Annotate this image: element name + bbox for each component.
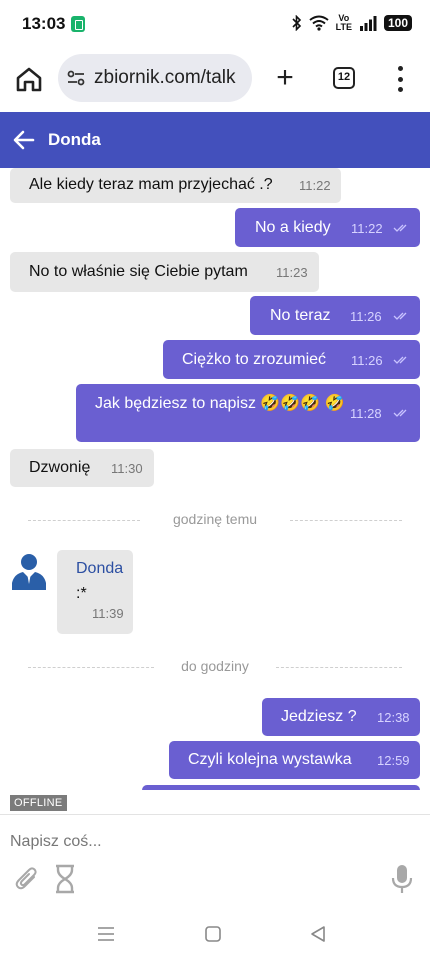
message-time: 11:28 <box>350 406 382 421</box>
date-separator: godzinę temu <box>28 511 402 531</box>
read-ticks-icon <box>393 356 407 364</box>
message-time: 11:26 <box>351 353 383 368</box>
system-nav-bar <box>0 910 430 960</box>
message-time: 11:30 <box>111 461 143 476</box>
message-outgoing: No teraz 11:26 <box>250 296 420 335</box>
volte-indicator: Vo LTE <box>335 13 352 32</box>
message-outgoing: Jedziesz ? 12:38 <box>262 698 420 736</box>
back-nav-icon[interactable] <box>308 924 328 944</box>
message-incoming: Dzwonię 11:30 <box>10 449 154 487</box>
read-ticks-icon <box>393 409 407 417</box>
site-settings-icon[interactable] <box>66 68 86 88</box>
chat-title: Donda <box>48 130 101 149</box>
url-text: zbiornik.com/talk <box>94 67 236 88</box>
message-time: 11:23 <box>276 265 308 280</box>
message-input[interactable] <box>10 831 410 853</box>
wifi-icon <box>309 15 329 31</box>
signal-icon <box>359 16 377 31</box>
message-time: 12:38 <box>377 710 410 725</box>
microphone-icon[interactable] <box>390 864 414 894</box>
browser-toolbar: zbiornik.com/talk + 12 <box>0 48 430 112</box>
message-outgoing: No a kiedy 11:22 <box>235 208 420 247</box>
message-text: Dzwonię <box>29 459 91 476</box>
plus-icon[interactable]: + <box>270 63 300 94</box>
back-arrow-icon[interactable] <box>12 128 36 152</box>
message-time: 11:26 <box>350 309 382 324</box>
message-time: 11:22 <box>351 221 383 236</box>
message-list[interactable]: Ale kiedy teraz mam przyjechać .? 11:22 … <box>0 168 430 790</box>
read-ticks-icon <box>393 312 407 320</box>
message-text: No to właśnie się Ciebie pytam <box>29 263 248 280</box>
message-text: Jak będziesz to napisz 🤣🤣🤣 🤣 <box>95 395 345 412</box>
message-incoming: Ale kiedy teraz mam przyjechać .? 11:22 <box>10 168 341 203</box>
message-time: 12:59 <box>377 753 410 768</box>
home-nav-icon[interactable] <box>203 924 223 944</box>
composer <box>0 814 430 910</box>
status-bar: 13:03 Vo LTE 100 <box>0 0 430 48</box>
message-text: No a kiedy <box>255 219 331 236</box>
avatar-icon[interactable] <box>9 550 49 590</box>
status-time: 13:03 <box>22 14 66 33</box>
message-time: 11:39 <box>92 606 124 621</box>
date-separator-label: do godziny <box>181 658 249 674</box>
address-bar[interactable]: zbiornik.com/talk <box>58 54 252 102</box>
message-text: Ciężko to zrozumieć <box>182 351 327 368</box>
message-outgoing-partial <box>142 785 420 790</box>
tabs-icon[interactable]: 12 <box>333 67 355 89</box>
message-text: Jedziesz ? <box>281 708 357 725</box>
sender-name[interactable]: Donda <box>76 560 123 578</box>
message-incoming: No to właśnie się Ciebie pytam 11:23 <box>10 252 319 292</box>
notification-app-icon <box>71 16 85 32</box>
message-text: :* <box>76 585 87 602</box>
date-separator: do godziny <box>28 658 402 678</box>
message-incoming-with-sender: Donda :* 11:39 <box>57 550 133 634</box>
paperclip-icon[interactable] <box>14 865 40 893</box>
chat-header: Donda <box>0 112 430 168</box>
recents-icon[interactable] <box>96 924 116 944</box>
bluetooth-icon <box>292 15 301 31</box>
message-time: 11:22 <box>299 178 331 193</box>
message-outgoing: Czyli kolejna wystawka 12:59 <box>169 741 420 779</box>
read-ticks-icon <box>393 224 407 232</box>
more-vert-icon[interactable] <box>390 66 410 92</box>
message-outgoing: Ciężko to zrozumieć 11:26 <box>163 340 420 379</box>
status-icons: Vo LTE 100 <box>292 14 412 32</box>
home-icon[interactable] <box>14 64 44 94</box>
message-text: No teraz <box>270 307 331 324</box>
date-separator-label: godzinę temu <box>172 511 258 527</box>
status-badge: OFFLINE <box>10 795 67 811</box>
battery-indicator: 100 <box>383 15 412 31</box>
hourglass-icon[interactable] <box>54 864 76 894</box>
message-text: Czyli kolejna wystawka <box>188 751 352 768</box>
message-text: Ale kiedy teraz mam przyjechać .? <box>29 176 273 193</box>
message-outgoing: Jak będziesz to napisz 🤣🤣🤣 🤣 11:28 <box>76 384 420 442</box>
